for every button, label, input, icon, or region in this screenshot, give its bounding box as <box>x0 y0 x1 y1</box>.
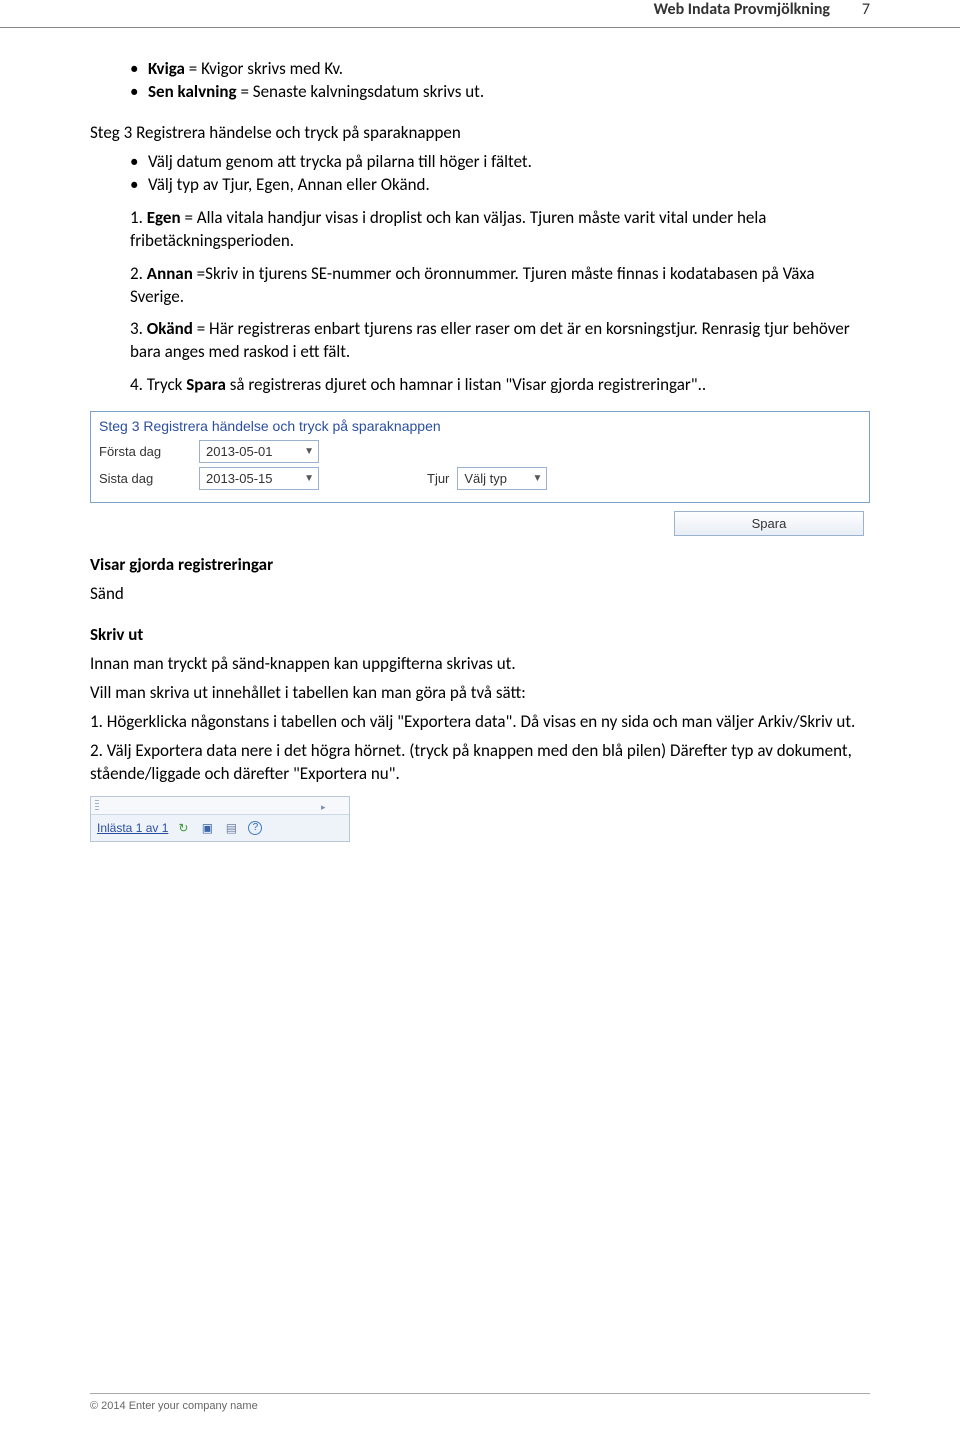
tjur-select[interactable]: Välj typ ▼ <box>457 467 547 490</box>
page-number: 7 <box>862 0 870 19</box>
list-text: =Skriv in tjurens SE-nummer och öronnumm… <box>130 263 814 307</box>
numbered-item-3: 3. Okänd = Här registreras enbart tjuren… <box>130 318 870 364</box>
first-day-input[interactable]: 2013-05-01 ▼ <box>199 440 319 463</box>
chevron-down-icon[interactable]: ▼ <box>304 473 314 484</box>
numbered-item-1: 1. Egen = Alla vitala handjur visas i dr… <box>130 207 870 253</box>
last-day-value: 2013-05-15 <box>206 471 273 486</box>
numbered-item-2: 2. Annan =Skriv in tjurens SE-nummer och… <box>130 263 870 309</box>
step3-heading: Steg 3 Registrera händelse och tryck på … <box>90 122 870 145</box>
toolbar-top-strip: ▸ <box>91 797 349 815</box>
footer-divider <box>90 1393 870 1394</box>
bullet-list-top: Kviga = Kvigor skrivs med Kv. Sen kalvni… <box>130 58 870 104</box>
skrivut-line2: Vill man skriva ut innehållet i tabellen… <box>90 682 870 705</box>
bullet-item: Kviga = Kvigor skrivs med Kv. <box>130 58 870 81</box>
save-row: Spara <box>90 511 870 536</box>
toolbar-row: Inlästa 1 av 1 ↻ ▣ ▤ ? <box>91 815 349 841</box>
triangle-right-icon[interactable]: ▸ <box>321 802 326 813</box>
bullet-item: Välj typ av Tjur, Egen, Annan eller Okän… <box>130 174 870 197</box>
list-number: 1. <box>130 207 143 228</box>
header-title: Web Indata Provmjölkning <box>654 0 830 19</box>
skrivut-item-2: 2. Välj Exportera data nere i det högra … <box>90 740 870 786</box>
list-number: 3. <box>130 318 143 339</box>
numbered-item-4: 4. Tryck Spara så registreras djuret och… <box>130 374 870 397</box>
list-text: = Här registreras enbart tjurens ras ell… <box>130 318 850 362</box>
list-label: Spara <box>186 374 226 395</box>
tjur-value: Välj typ <box>464 471 507 486</box>
bullet-text: = Kvigor skrivs med Kv. <box>185 58 343 79</box>
step3-bullets: Välj datum genom att trycka på pilarna t… <box>130 151 870 197</box>
last-day-input[interactable]: 2013-05-15 ▼ <box>199 467 319 490</box>
first-day-row: Första dag 2013-05-01 ▼ <box>99 440 861 463</box>
skrivut-item-1: 1. Högerklicka någonstans i tabellen och… <box>90 711 870 734</box>
tjur-label: Tjur <box>427 471 449 486</box>
bullet-label: Kviga <box>148 58 185 79</box>
list-number: 2. <box>130 263 143 284</box>
chevron-down-icon[interactable]: ▼ <box>532 473 542 484</box>
export-icon[interactable]: ▣ <box>198 819 216 837</box>
list-number: 4. <box>130 374 143 395</box>
list-text: så registreras djuret och hamnar i lista… <box>226 374 706 395</box>
list-label: Annan <box>147 263 193 284</box>
list-label: Egen <box>147 207 181 228</box>
skrivut-heading: Skriv ut <box>90 624 870 647</box>
bullet-item: Sen kalvning = Senaste kalvningsdatum sk… <box>130 81 870 104</box>
toolbar-status-link[interactable]: Inlästa 1 av 1 <box>97 821 168 835</box>
help-icon[interactable]: ? <box>246 819 264 837</box>
form-title: Steg 3 Registrera händelse och tryck på … <box>99 418 861 434</box>
page-content: Kviga = Kvigor skrivs med Kv. Sen kalvni… <box>0 28 960 842</box>
last-day-label: Sista dag <box>99 471 191 486</box>
document-icon[interactable]: ▤ <box>222 819 240 837</box>
bullet-label: Sen kalvning <box>148 81 237 102</box>
list-label: Okänd <box>147 318 193 339</box>
list-prefix: Tryck <box>147 374 186 395</box>
page-header: Web Indata Provmjölkning 7 <box>0 0 960 28</box>
grip-icon <box>95 800 99 812</box>
chevron-down-icon[interactable]: ▼ <box>304 446 314 457</box>
refresh-icon[interactable]: ↻ <box>174 819 192 837</box>
save-button[interactable]: Spara <box>674 511 864 536</box>
visar-heading: Visar gjorda registreringar <box>90 554 870 577</box>
list-text: = Alla vitala handjur visas i droplist o… <box>130 207 766 251</box>
bullet-text: = Senaste kalvningsdatum skrivs ut. <box>237 81 485 102</box>
step3-form-panel: Steg 3 Registrera händelse och tryck på … <box>90 411 870 503</box>
last-day-row: Sista dag 2013-05-15 ▼ Tjur Välj typ ▼ <box>99 467 861 490</box>
first-day-value: 2013-05-01 <box>206 444 273 459</box>
first-day-label: Första dag <box>99 444 191 459</box>
bullet-item: Välj datum genom att trycka på pilarna t… <box>130 151 870 174</box>
skrivut-intro: Innan man tryckt på sänd-knappen kan upp… <box>90 653 870 676</box>
export-toolbar: ▸ Inlästa 1 av 1 ↻ ▣ ▤ ? <box>90 796 350 842</box>
sand-text: Sänd <box>90 583 870 606</box>
footer-text: © 2014 Enter your company name <box>90 1400 258 1412</box>
